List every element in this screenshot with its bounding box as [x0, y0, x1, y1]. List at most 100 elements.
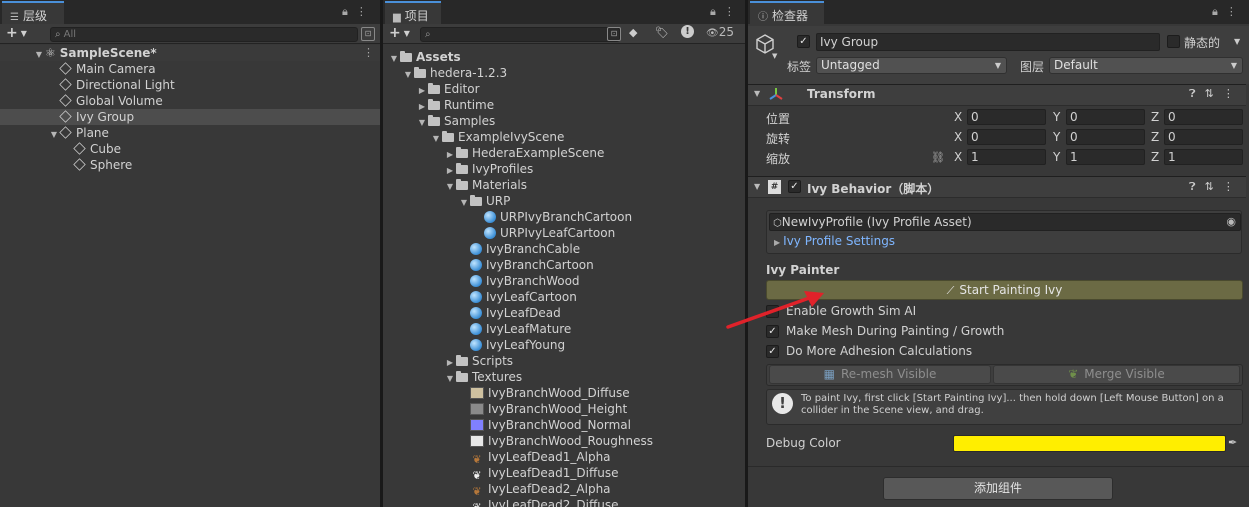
hierarchy-search-input[interactable]: ⌕ All: [50, 27, 358, 42]
list-item[interactable]: Sphere: [0, 157, 380, 173]
project-tree-item[interactable]: IvyLeafYoung: [383, 337, 745, 353]
project-tree-item[interactable]: ▶ Editor: [383, 81, 745, 97]
project-tree-item[interactable]: IvyBranchWood_Normal: [383, 417, 745, 433]
chevron-down-icon[interactable]: ▼: [772, 52, 777, 60]
filter-type-icon[interactable]: ◆: [629, 26, 637, 39]
more-icon[interactable]: ⋮: [1223, 87, 1243, 100]
project-tree-item[interactable]: IvyBranchCartoon: [383, 257, 745, 273]
project-tree-item[interactable]: IvyLeafCartoon: [383, 289, 745, 305]
hierarchy-scene-row[interactable]: ▼ ⚛ SampleScene*: [0, 45, 380, 61]
scale-x-field[interactable]: 1: [967, 149, 1046, 165]
eyedropper-icon[interactable]: ✒︎: [1228, 436, 1237, 449]
scale-z-field[interactable]: 1: [1164, 149, 1243, 165]
list-item[interactable]: Main Camera: [0, 61, 380, 77]
project-tree-item[interactable]: ▼ Textures: [383, 369, 745, 385]
list-item[interactable]: Global Volume: [0, 93, 380, 109]
project-tree-item[interactable]: ▶ Runtime: [383, 97, 745, 113]
help-icon[interactable]: ❓︎: [1189, 87, 1205, 100]
project-tree-item[interactable]: IvyBranchWood_Diffuse: [383, 385, 745, 401]
project-tree-item[interactable]: ❦ IvyLeafDead2_Diffuse: [383, 497, 745, 507]
project-tree-item[interactable]: ▼ hedera-1.2.3: [383, 65, 745, 81]
more-icon[interactable]: ⋮: [724, 5, 743, 18]
component-enabled-checkbox[interactable]: ✓: [788, 180, 801, 193]
create-asset-button[interactable]: + ▼: [389, 25, 410, 41]
project-tree-item[interactable]: IvyLeafMature: [383, 321, 745, 337]
project-tree-item[interactable]: ▼ Samples: [383, 113, 745, 129]
project-tree-item[interactable]: IvyBranchCable: [383, 241, 745, 257]
profile-settings-foldout[interactable]: ▶ Ivy Profile Settings: [774, 234, 895, 248]
list-item[interactable]: Cube: [0, 141, 380, 157]
filter-label-icon[interactable]: 🏷︎: [655, 26, 669, 39]
project-tree-item[interactable]: URPIvyBranchCartoon: [383, 209, 745, 225]
lock-icon[interactable]: 🔒︎: [710, 5, 724, 18]
link-icon[interactable]: ⛓︎: [931, 151, 945, 164]
profile-object-field[interactable]: ⬡NewIvyProfile (Ivy Profile Asset) ◉: [769, 213, 1241, 231]
position-x-field[interactable]: 0: [967, 109, 1046, 125]
ivy-behavior-header-icons[interactable]: ❓︎⇅⋮: [1189, 180, 1243, 194]
more-icon[interactable]: ⋮: [1226, 5, 1245, 18]
rotation-z-field[interactable]: 0: [1164, 129, 1243, 145]
axis-x-label: X: [954, 110, 963, 124]
hierarchy-tab-controls[interactable]: 🔒︎⋮: [342, 5, 375, 19]
project-tree-item[interactable]: ▶ IvyProfiles: [383, 161, 745, 177]
preset-icon[interactable]: ⇅: [1205, 87, 1223, 100]
project-search-input[interactable]: ⌕: [420, 27, 620, 42]
list-item-selected[interactable]: Ivy Group: [0, 109, 380, 125]
add-component-button[interactable]: 添加组件: [883, 477, 1113, 500]
project-tree-item[interactable]: IvyBranchWood_Height: [383, 401, 745, 417]
rotation-y-field[interactable]: 0: [1066, 129, 1145, 145]
project-tree-item[interactable]: IvyBranchWood: [383, 273, 745, 289]
scale-y-field[interactable]: 1: [1066, 149, 1145, 165]
project-tree-item[interactable]: ❦ IvyLeafDead1_Alpha: [383, 449, 745, 466]
search-mode-icon[interactable]: ⊡: [607, 27, 621, 41]
project-tree-item[interactable]: ❦ IvyLeafDead1_Diffuse: [383, 465, 745, 482]
project-tree-item[interactable]: URPIvyLeafCartoon: [383, 225, 745, 241]
inspector-tab-controls[interactable]: 🔒︎⋮: [1212, 5, 1245, 19]
project-tab-controls[interactable]: 🔒︎⋮: [710, 5, 743, 19]
help-icon[interactable]: ❓︎: [1189, 180, 1205, 193]
tab-inspector[interactable]: ⓘ 检查器: [750, 1, 824, 24]
layer-dropdown[interactable]: Default ▼: [1049, 57, 1243, 74]
search-mode-icon[interactable]: ⊡: [361, 27, 375, 41]
debug-color-swatch[interactable]: [953, 435, 1226, 452]
create-button[interactable]: + ▼: [6, 25, 27, 41]
project-tree-item[interactable]: ▼ Assets: [383, 49, 745, 65]
project-toolbar: + ▼ ⌕ ⊡ ◆ 🏷︎ ! 👁︎25: [383, 24, 745, 44]
visibility-count[interactable]: 👁︎25: [706, 25, 734, 39]
tab-hierarchy[interactable]: ☰ 层级: [2, 1, 64, 24]
object-picker-icon[interactable]: ◉: [1226, 214, 1236, 230]
fold-icon[interactable]: ▼: [754, 182, 760, 191]
object-name-field[interactable]: Ivy Group: [816, 33, 1160, 51]
project-tree-item[interactable]: IvyLeafDead: [383, 305, 745, 321]
static-checkbox[interactable]: [1167, 35, 1180, 48]
transform-header-icons[interactable]: ❓︎⇅⋮: [1189, 87, 1243, 101]
position-z-field[interactable]: 0: [1164, 109, 1243, 125]
project-tree-item[interactable]: ❦ IvyLeafDead2_Alpha: [383, 481, 745, 498]
filter-warning-icon[interactable]: !: [681, 25, 694, 38]
remesh-visible-button[interactable]: ▦ Re-mesh Visible: [769, 365, 991, 384]
lock-icon[interactable]: 🔒︎: [1212, 5, 1226, 18]
project-tree-item[interactable]: ▼ ExampleIvyScene: [383, 129, 745, 145]
project-tree-item[interactable]: IvyBranchWood_Roughness: [383, 433, 745, 449]
tag-dropdown[interactable]: Untagged ▼: [816, 57, 1007, 74]
fold-icon[interactable]: ▼: [754, 89, 760, 98]
list-item[interactable]: Directional Light: [0, 77, 380, 93]
tab-project[interactable]: ▆ 项目: [385, 1, 441, 24]
project-tree-item[interactable]: ▶ Scripts: [383, 353, 745, 369]
project-tree-item[interactable]: ▼ URP: [383, 193, 745, 209]
project-tree-item[interactable]: ▼ Materials: [383, 177, 745, 193]
position-y-field[interactable]: 0: [1066, 109, 1145, 125]
merge-visible-button[interactable]: ❦ Merge Visible: [993, 365, 1240, 384]
active-checkbox[interactable]: ✓: [797, 35, 810, 48]
static-dropdown-icon[interactable]: ▼: [1234, 37, 1240, 46]
more-icon[interactable]: ⋮: [1223, 180, 1243, 193]
scene-more-icon[interactable]: ⋮: [363, 46, 380, 59]
rotation-x-field[interactable]: 0: [967, 129, 1046, 145]
project-tree-item[interactable]: ▶ HederaExampleScene: [383, 145, 745, 161]
list-item[interactable]: ▼ Plane: [0, 125, 380, 141]
more-icon[interactable]: ⋮: [356, 5, 375, 18]
adhesion-checkbox[interactable]: ✓: [766, 345, 779, 358]
gameobject-icon: [73, 142, 86, 155]
lock-icon[interactable]: 🔒︎: [342, 5, 356, 18]
preset-icon[interactable]: ⇅: [1205, 180, 1223, 193]
